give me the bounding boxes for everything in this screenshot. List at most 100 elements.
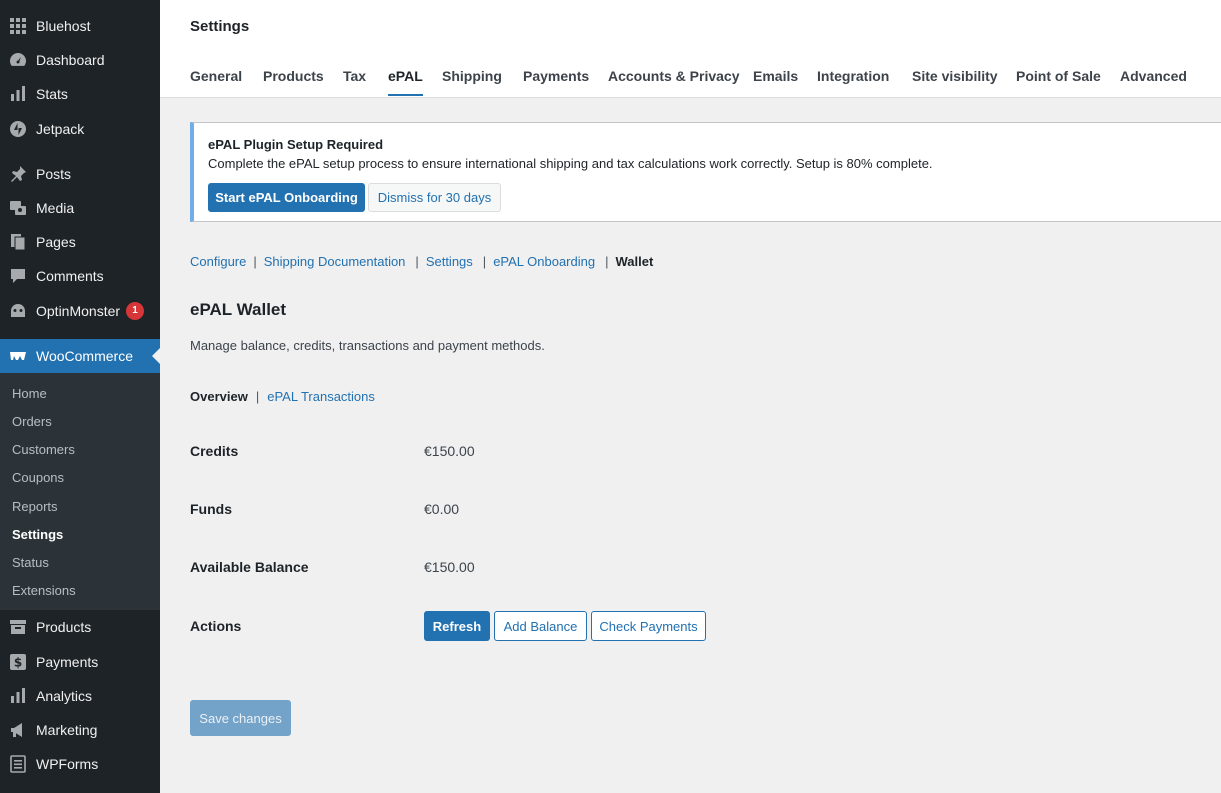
tab-shipping[interactable]: Shipping bbox=[442, 68, 502, 94]
tab-tax[interactable]: Tax bbox=[343, 68, 366, 94]
subnav-separator: | bbox=[415, 254, 419, 269]
available-balance-value: €150.00 bbox=[424, 559, 475, 575]
sidebar-item-label: Comments bbox=[36, 268, 104, 284]
sidebar-item-stats[interactable]: Stats bbox=[0, 77, 160, 111]
sidebar-item-analytics[interactable]: Analytics bbox=[0, 679, 160, 713]
submenu-item-extensions[interactable]: Extensions bbox=[12, 583, 76, 598]
sidebar-item-label: Marketing bbox=[36, 722, 98, 738]
sidebar-item-label: Dashboard bbox=[36, 52, 105, 68]
sidebar-item-label: WooCommerce bbox=[36, 348, 133, 364]
tab-point-of-sale[interactable]: Point of Sale bbox=[1016, 68, 1101, 94]
sidebar-item-label: Products bbox=[36, 619, 92, 635]
sidebar-item-label: Media bbox=[36, 200, 75, 216]
save-changes-button[interactable]: Save changes bbox=[190, 700, 291, 736]
tab-accounts-privacy[interactable]: Accounts & Privacy bbox=[608, 68, 740, 94]
epal-transactions-link[interactable]: ePAL Transactions bbox=[267, 389, 375, 404]
subnav-separator: | bbox=[482, 254, 487, 269]
sidebar-item-optinmonster[interactable]: OptinMonster 1 bbox=[0, 294, 160, 328]
wallet-overview-current: Overview bbox=[190, 389, 248, 404]
submenu-item-coupons[interactable]: Coupons bbox=[12, 470, 64, 485]
notice-title: ePAL Plugin Setup Required bbox=[208, 137, 384, 152]
sidebar-item-label: Posts bbox=[36, 166, 72, 182]
sidebar-item-woocommerce[interactable]: WooCommerce bbox=[0, 339, 160, 373]
epal-subnav: Configure | Shipping Documentation | Setting… bbox=[190, 254, 653, 269]
svg-text:$: $ bbox=[14, 656, 22, 670]
tab-general[interactable]: General bbox=[190, 68, 242, 94]
subnav-separator: | bbox=[253, 254, 257, 269]
section-title: ePAL Wallet bbox=[190, 300, 287, 319]
tab-emails[interactable]: Emails bbox=[753, 68, 798, 94]
sidebar-item-label: Jetpack bbox=[36, 121, 85, 137]
refresh-button[interactable]: Refresh bbox=[424, 611, 490, 641]
sidebar-item-label: Analytics bbox=[36, 688, 93, 704]
sidebar-item-payments[interactable]: $ Payments bbox=[0, 645, 160, 679]
megaphone-icon bbox=[8, 720, 28, 740]
sidebar-item-media[interactable]: Media bbox=[0, 191, 160, 225]
pages-icon bbox=[8, 232, 28, 252]
subnav-onboarding-link[interactable]: ePAL Onboarding bbox=[493, 254, 595, 269]
sidebar-item-label: Bluehost bbox=[36, 18, 91, 34]
subnav-settings-link[interactable]: Settings bbox=[426, 254, 473, 269]
tab-integration[interactable]: Integration bbox=[817, 68, 889, 94]
notice-text: Complete the ePAL setup process to ensur… bbox=[208, 156, 933, 171]
archive-icon bbox=[8, 617, 28, 637]
notification-badge: 1 bbox=[126, 302, 145, 320]
wallet-subnav: Overview | ePAL Transactions bbox=[190, 389, 375, 404]
sidebar-item-label: OptinMonster bbox=[36, 303, 121, 319]
sidebar-item-label: Stats bbox=[36, 86, 68, 102]
tab-products[interactable]: Products bbox=[263, 68, 324, 94]
available-balance-label: Available Balance bbox=[190, 559, 309, 575]
submenu-item-orders[interactable]: Orders bbox=[12, 414, 52, 429]
submenu-item-home[interactable]: Home bbox=[12, 386, 47, 401]
add-balance-button[interactable]: Add Balance bbox=[494, 611, 587, 641]
section-description: Manage balance, credits, transactions an… bbox=[190, 338, 545, 353]
setup-notice: ePAL Plugin Setup Required Complete the … bbox=[190, 122, 1221, 222]
sidebar-item-pages[interactable]: Pages bbox=[0, 225, 160, 259]
comment-icon bbox=[8, 266, 28, 286]
jetpack-icon bbox=[8, 119, 28, 139]
submenu-item-settings[interactable]: Settings bbox=[12, 527, 63, 542]
tab-epal[interactable]: ePAL bbox=[388, 68, 423, 96]
settings-header: Settings General Products Tax ePAL Shipp… bbox=[160, 0, 1221, 98]
submenu-item-status[interactable]: Status bbox=[12, 555, 49, 570]
tab-advanced[interactable]: Advanced bbox=[1120, 68, 1187, 94]
credits-value: €150.00 bbox=[424, 443, 475, 459]
woocommerce-submenu: Home Orders Customers Coupons Reports Se… bbox=[0, 373, 160, 610]
funds-value: €0.00 bbox=[424, 501, 460, 517]
grid-icon bbox=[8, 16, 28, 36]
sidebar-item-posts[interactable]: Posts bbox=[0, 157, 160, 191]
dollar-icon: $ bbox=[8, 652, 28, 672]
submenu-item-customers[interactable]: Customers bbox=[12, 442, 75, 457]
sidebar-item-wpforms[interactable]: WPForms bbox=[0, 747, 160, 781]
sidebar-item-label: WPForms bbox=[36, 756, 99, 772]
sidebar-item-marketing[interactable]: Marketing bbox=[0, 713, 160, 747]
start-onboarding-button[interactable]: Start ePAL Onboarding bbox=[208, 183, 365, 212]
sidebar-item-comments[interactable]: Comments bbox=[0, 259, 160, 293]
subnav-wallet-current: Wallet bbox=[615, 254, 654, 269]
forms-icon bbox=[8, 754, 28, 774]
sidebar-item-products[interactable]: Products bbox=[0, 610, 160, 644]
tab-payments[interactable]: Payments bbox=[523, 68, 589, 94]
sidebar-item-dashboard[interactable]: Dashboard bbox=[0, 43, 160, 77]
sidebar-item-bluehost[interactable]: Bluehost bbox=[0, 9, 160, 43]
subnav-configure-link[interactable]: Configure bbox=[190, 254, 246, 269]
analytics-icon bbox=[8, 686, 28, 706]
subnav-separator: | bbox=[255, 389, 260, 404]
page-title: Settings bbox=[190, 18, 250, 35]
sidebar-item-jetpack[interactable]: Jetpack bbox=[0, 112, 160, 146]
pin-icon bbox=[8, 164, 28, 184]
dashboard-icon bbox=[8, 50, 28, 70]
media-icon bbox=[8, 198, 28, 218]
submenu-item-reports[interactable]: Reports bbox=[12, 499, 58, 514]
sidebar-item-label: Pages bbox=[36, 234, 76, 250]
sidebar-item-label: Payments bbox=[36, 654, 99, 670]
credits-label: Credits bbox=[190, 443, 239, 459]
subnav-separator: | bbox=[605, 254, 609, 269]
admin-sidebar: Bluehost Dashboard Stats Jetpack Posts M… bbox=[0, 0, 160, 793]
subnav-shipping-docs-link[interactable]: Shipping Documentation bbox=[264, 254, 406, 269]
check-payments-button[interactable]: Check Payments bbox=[591, 611, 706, 641]
dismiss-notice-button[interactable]: Dismiss for 30 days bbox=[368, 183, 501, 212]
tab-site-visibility[interactable]: Site visibility bbox=[912, 68, 998, 94]
optinmonster-icon bbox=[8, 301, 28, 321]
woocommerce-icon bbox=[8, 346, 28, 366]
